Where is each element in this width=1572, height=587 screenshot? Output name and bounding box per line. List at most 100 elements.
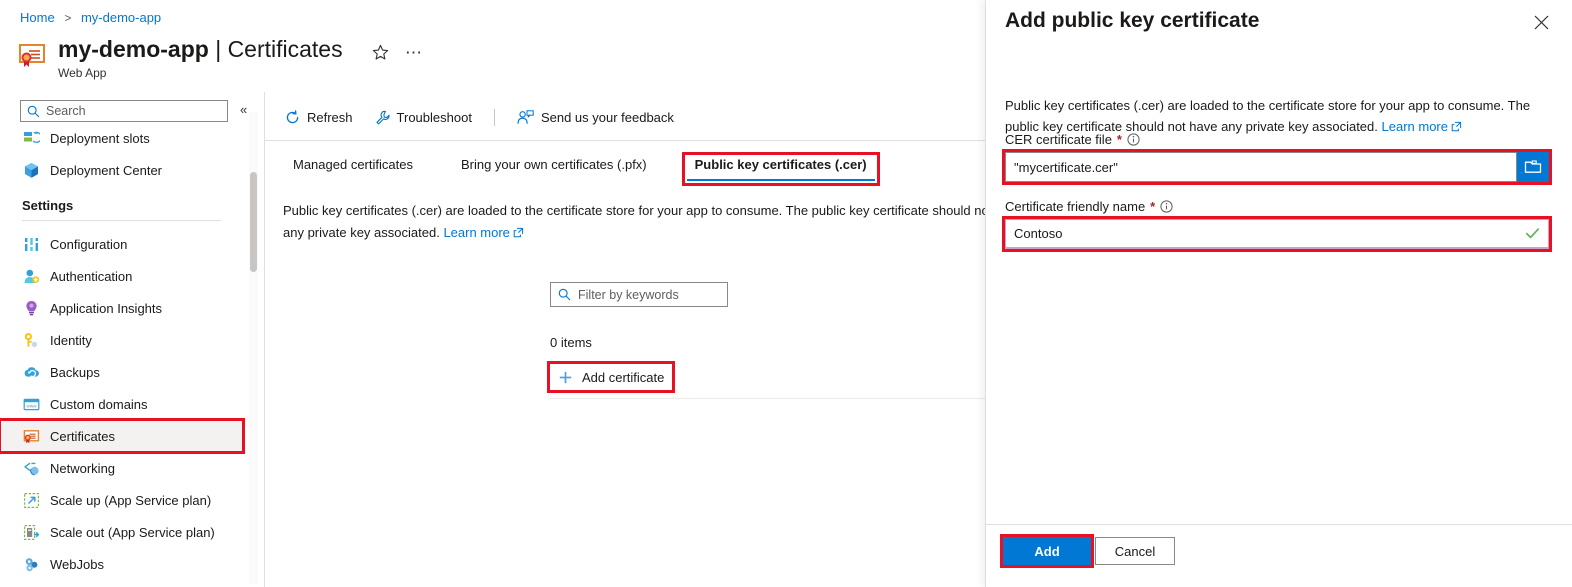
sidebar-item-networking[interactable]: Networking: [0, 452, 243, 484]
main-learn-more-link[interactable]: Learn more: [443, 225, 509, 240]
sidebar-scrollbar-thumb[interactable]: [250, 172, 257, 272]
filter-input[interactable]: Filter by keywords: [550, 282, 728, 307]
add-button-wrapper[interactable]: Add: [1000, 534, 1094, 568]
close-icon[interactable]: [1533, 14, 1550, 36]
breadcrumb-separator: >: [64, 11, 72, 25]
sidebar-item-certificates[interactable]: Certificates: [0, 418, 245, 454]
sidebar-nav: Deployment slots Deployment Center Setti…: [0, 122, 245, 587]
refresh-icon: [286, 109, 299, 123]
page-title-resource: my-demo-app: [58, 36, 209, 62]
toolbar-divider: [493, 108, 495, 126]
sidebar-item-label: Certificates: [50, 428, 116, 444]
info-icon[interactable]: [1127, 133, 1140, 146]
sidebar-item-label: Deployment slots: [50, 130, 150, 146]
cer-file-label-text: CER certificate file: [1005, 132, 1112, 147]
breadcrumb-current[interactable]: my-demo-app: [81, 10, 161, 25]
troubleshoot-label: Troubleshoot: [396, 109, 472, 125]
page-title-section: Certificates: [227, 36, 343, 62]
sidebar-search[interactable]: Search: [20, 100, 228, 122]
tab-label: Managed certificates: [293, 157, 413, 172]
refresh-button[interactable]: Refresh: [285, 110, 353, 125]
add-button[interactable]: Add: [1003, 537, 1091, 565]
sidebar-item-configuration[interactable]: Configuration: [0, 228, 243, 260]
friendly-name-label: Certificate friendly name *: [1005, 199, 1173, 214]
sidebar-item-deployment-center[interactable]: Deployment Center: [0, 154, 243, 186]
page-title-separator: |: [215, 36, 222, 62]
add-certificate-button[interactable]: Add certificate: [550, 364, 672, 390]
deployment-center-icon: [22, 161, 40, 179]
sidebar-item-label: Identity: [50, 332, 92, 348]
page-header-actions: ⋯: [372, 44, 423, 61]
authentication-icon: [22, 267, 40, 285]
feedback-label: Send us your feedback: [540, 109, 674, 125]
feedback-button[interactable]: Send us your feedback: [517, 110, 674, 125]
sidebar-item-deployment-slots[interactable]: Deployment slots: [0, 122, 243, 154]
tabs-row: Managed certificates Bring your own cert…: [265, 140, 985, 186]
search-placeholder: Search: [46, 104, 86, 118]
cer-file-input[interactable]: "mycertificate.cer": [1005, 152, 1517, 182]
sidebar-item-custom-domains[interactable]: www Custom domains: [0, 388, 243, 420]
sidebar-item-scale-out[interactable]: Scale out (App Service plan): [0, 516, 243, 548]
sidebar-section-title: Settings: [22, 198, 74, 213]
command-toolbar: Refresh Troubleshoot Send us your feedba…: [285, 102, 696, 132]
folder-browse-icon[interactable]: [1517, 152, 1549, 182]
collapse-sidebar-button[interactable]: «: [240, 102, 247, 117]
certificates-icon: [22, 427, 40, 445]
friendly-name-input[interactable]: Contoso: [1005, 219, 1549, 249]
page-subtitle: Web App: [58, 66, 107, 80]
sidebar-item-application-insights[interactable]: Application Insights: [0, 292, 243, 324]
sidebar-section-settings: Settings: [0, 198, 243, 221]
azure-portal-page: Home > my-demo-app my-demo-app | Certifi…: [0, 0, 1572, 587]
sidebar-item-label: Scale out (App Service plan): [50, 524, 215, 540]
webjobs-icon: [22, 555, 40, 573]
panel-title: Add public key certificate: [1005, 9, 1260, 32]
left-column: Home > my-demo-app my-demo-app | Certifi…: [0, 0, 422, 587]
sidebar-item-label: Deployment Center: [50, 162, 162, 178]
backups-icon: [22, 363, 40, 381]
page-title: my-demo-app | Certificates: [58, 36, 343, 63]
ellipsis-icon[interactable]: ⋯: [405, 44, 423, 61]
tab-managed-certificates[interactable]: Managed certificates: [285, 157, 421, 181]
tab-bring-your-own-certificates[interactable]: Bring your own certificates (.pfx): [453, 157, 655, 181]
friendly-name-required-marker: *: [1150, 199, 1156, 214]
search-icon: [558, 288, 571, 301]
filter-placeholder: Filter by keywords: [578, 287, 679, 302]
cer-file-row[interactable]: "mycertificate.cer": [1002, 149, 1552, 185]
certificate-resource-icon: [18, 40, 48, 70]
sidebar-item-authentication[interactable]: Authentication: [0, 260, 243, 292]
sidebar-item-identity[interactable]: Identity: [0, 324, 243, 356]
sidebar-item-label: Networking: [50, 460, 116, 476]
items-count: 0 items: [550, 335, 592, 350]
feedback-person-icon: [517, 109, 534, 124]
page-title-text: my-demo-app | Certificates Web App: [58, 36, 343, 80]
add-public-key-certificate-panel: Add public key certificate Public key ce…: [985, 0, 1572, 587]
main-content: Refresh Troubleshoot Send us your feedba…: [265, 92, 1250, 587]
plus-icon: [559, 371, 572, 383]
sidebar-item-backups[interactable]: Backups: [0, 356, 243, 388]
green-check-icon: [1525, 226, 1540, 246]
info-icon[interactable]: [1160, 200, 1173, 213]
cancel-button[interactable]: Cancel: [1095, 537, 1175, 565]
sidebar-item-webjobs[interactable]: WebJobs: [0, 548, 243, 580]
sidebar-item-label: Configuration: [50, 236, 128, 252]
sidebar-item-label: WebJobs: [50, 556, 104, 572]
breadcrumb-home[interactable]: Home: [20, 10, 55, 25]
troubleshoot-button[interactable]: Troubleshoot: [375, 110, 472, 125]
sidebar-item-scale-up[interactable]: Scale up (App Service plan): [0, 484, 243, 516]
tab-public-key-certificates[interactable]: Public key certificates (.cer): [681, 152, 880, 186]
panel-footer-divider: [986, 524, 1572, 525]
panel-learn-more-link[interactable]: Learn more: [1382, 119, 1448, 134]
search-icon: [27, 105, 40, 117]
add-certificate-button-wrapper[interactable]: Add certificate: [546, 361, 676, 393]
page-title-row: my-demo-app | Certificates Web App: [18, 36, 343, 80]
svg-text:www: www: [26, 403, 37, 408]
search-input[interactable]: Search: [20, 100, 228, 122]
friendly-name-row[interactable]: Contoso: [1002, 216, 1552, 252]
breadcrumb: Home > my-demo-app: [20, 10, 161, 25]
scale-out-icon: [22, 523, 40, 541]
main-description-text: Public key certificates (.cer) are loade…: [283, 203, 1025, 240]
add-certificate-label: Add certificate: [582, 369, 665, 385]
star-icon[interactable]: [372, 44, 389, 61]
refresh-label: Refresh: [307, 109, 353, 125]
configuration-icon: [22, 235, 40, 253]
